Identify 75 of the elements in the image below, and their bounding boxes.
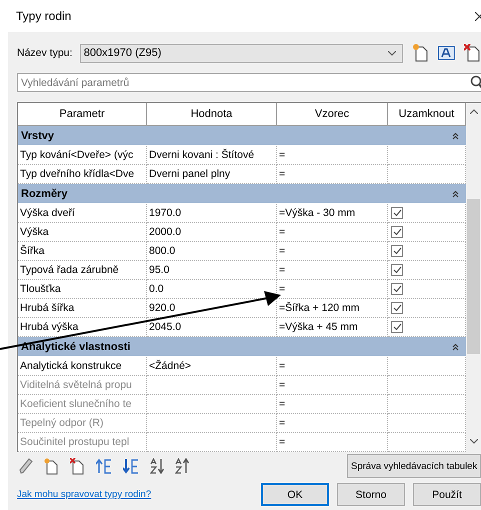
table-cell[interactable] bbox=[147, 395, 277, 414]
sort-descending-icon[interactable] bbox=[175, 458, 189, 474]
parameter-name: Šířka bbox=[18, 242, 147, 261]
search-icon[interactable] bbox=[470, 75, 481, 89]
search-field[interactable]: Vyhledávání parametrů bbox=[17, 73, 481, 92]
table-cell[interactable]: 2000.0 bbox=[147, 223, 277, 242]
lock-cell[interactable] bbox=[388, 242, 466, 261]
rename-icon[interactable] bbox=[438, 45, 456, 61]
lock-checkbox[interactable] bbox=[391, 283, 403, 295]
parameter-name: Tloušťka bbox=[18, 280, 147, 299]
parameter-name: Hrubá šířka bbox=[18, 299, 147, 318]
type-name-label: Název typu: bbox=[17, 47, 74, 59]
pencil-icon[interactable] bbox=[19, 458, 33, 474]
formula-cell[interactable]: = bbox=[277, 146, 388, 165]
move-down-icon[interactable] bbox=[123, 458, 139, 474]
lock-cell[interactable] bbox=[388, 280, 466, 299]
group-title: Analytické vlastnosti bbox=[21, 340, 130, 352]
lookup-tables-button[interactable]: Správa vyhledávacích tabulek bbox=[347, 454, 481, 478]
parameter-name: Viditelná světelná propu bbox=[18, 376, 147, 395]
lock-cell[interactable] bbox=[388, 299, 466, 318]
parameter-name: Výška bbox=[18, 223, 147, 242]
delete-document-icon[interactable] bbox=[70, 458, 85, 474]
formula-cell[interactable]: = bbox=[277, 242, 388, 261]
help-link[interactable]: Jak mohu spravovat typy rodin? bbox=[17, 489, 152, 500]
table-cell[interactable]: Dverni kovani : Štítové bbox=[147, 146, 277, 165]
table-cell[interactable]: 800.0 bbox=[147, 242, 277, 261]
formula-cell[interactable]: =Výška - 30 mm bbox=[277, 204, 388, 223]
group-title: Vrstvy bbox=[21, 130, 54, 142]
formula-cell[interactable]: = bbox=[277, 357, 388, 376]
lock-checkbox[interactable] bbox=[391, 264, 403, 276]
group-header[interactable]: Vrstvy bbox=[18, 126, 466, 146]
formula-cell[interactable]: = bbox=[277, 223, 388, 242]
type-name-dropdown[interactable]: 800x1970 (Z95) bbox=[80, 44, 404, 62]
parameter-name: Součinitel prostupu tepl bbox=[18, 433, 147, 452]
lock-cell[interactable] bbox=[388, 223, 466, 242]
lock-checkbox[interactable] bbox=[391, 226, 403, 238]
group-header[interactable]: Analytické vlastnosti bbox=[18, 337, 466, 357]
parameter-name: Analytická konstrukce bbox=[18, 357, 147, 376]
dialog-button[interactable]: OK bbox=[261, 483, 329, 506]
dialog-button[interactable]: Použít bbox=[413, 483, 481, 506]
lock-cell[interactable] bbox=[388, 261, 466, 280]
window-title: Typy rodin bbox=[16, 9, 72, 23]
table-cell[interactable]: 1970.0 bbox=[147, 204, 277, 223]
sort-ascending-icon[interactable] bbox=[150, 458, 164, 474]
scrollbar-thumb[interactable] bbox=[467, 199, 480, 354]
new-document-icon[interactable] bbox=[44, 458, 59, 474]
delete-document-icon[interactable] bbox=[464, 44, 481, 62]
formula-cell[interactable]: = bbox=[277, 261, 388, 280]
lock-checkbox[interactable] bbox=[391, 207, 403, 219]
move-up-icon[interactable] bbox=[96, 458, 112, 474]
lock-checkbox[interactable] bbox=[391, 245, 403, 257]
collapse-icon[interactable] bbox=[452, 190, 459, 198]
collapse-icon[interactable] bbox=[452, 342, 459, 350]
table-cell[interactable] bbox=[147, 414, 277, 433]
table-cell[interactable]: <Žádné> bbox=[147, 357, 277, 376]
parameter-name: Výška dveří bbox=[18, 204, 147, 223]
formula-cell[interactable]: =Šířka + 120 mm bbox=[277, 299, 388, 318]
chevron-down-icon bbox=[388, 50, 396, 56]
table-cell[interactable]: 95.0 bbox=[147, 261, 277, 280]
lock-checkbox[interactable] bbox=[391, 302, 403, 314]
scroll-down-icon[interactable] bbox=[470, 439, 478, 444]
collapse-icon[interactable] bbox=[452, 132, 459, 140]
group-header[interactable]: Rozměry bbox=[18, 184, 466, 204]
new-document-icon[interactable] bbox=[412, 44, 430, 62]
group-title: Rozměry bbox=[21, 188, 68, 200]
table-cell[interactable] bbox=[147, 433, 277, 452]
scroll-up-icon[interactable] bbox=[470, 109, 478, 114]
parameter-name: Typ kování<Dveře> (výc bbox=[18, 146, 147, 165]
parameter-name: Tepelný odpor (R) bbox=[18, 414, 147, 433]
parameter-name: Koeficient slunečního te bbox=[18, 395, 147, 414]
lock-checkbox[interactable] bbox=[391, 321, 403, 333]
dialog-button[interactable]: Storno bbox=[337, 483, 405, 506]
parameter-name: Typová řada zárubně bbox=[18, 261, 147, 280]
lock-cell[interactable] bbox=[388, 204, 466, 223]
table-cell[interactable] bbox=[147, 376, 277, 395]
